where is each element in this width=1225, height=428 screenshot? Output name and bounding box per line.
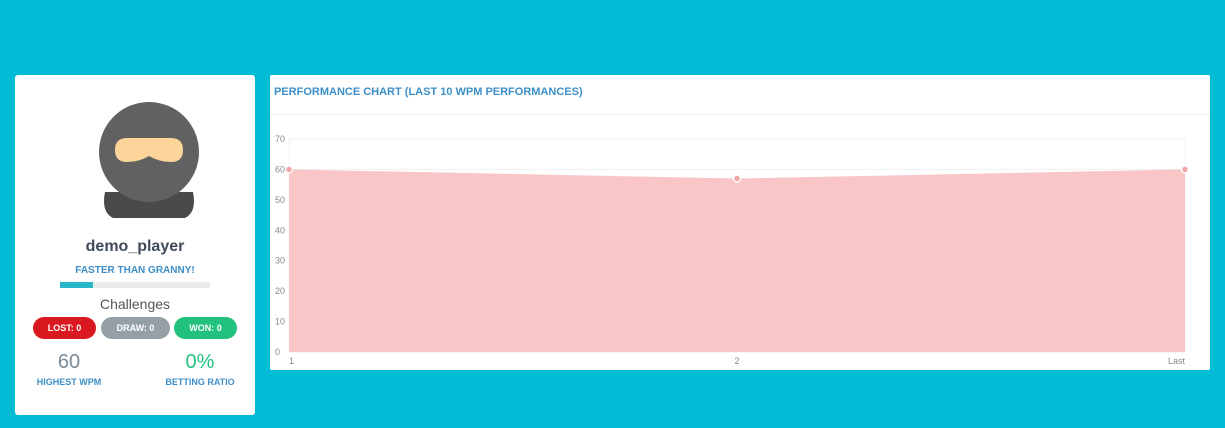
performance-chart-card: PERFORMANCE CHART (LAST 10 WPM PERFORMAN…: [270, 75, 1210, 370]
betting-ratio-label: BETTING RATIO: [165, 377, 235, 387]
y-tick-label: 0: [275, 347, 280, 357]
won-badge: WON: 0: [174, 317, 237, 339]
x-tick-label: 2: [734, 356, 739, 366]
lost-badge: LOST: 0: [33, 317, 96, 339]
profile-card: demo_player FASTER THAN GRANNY! Challeng…: [15, 75, 255, 415]
draw-badge: DRAW: 0: [101, 317, 170, 339]
rank-progress-bar: [60, 282, 210, 288]
betting-ratio-value: 0%: [185, 351, 215, 373]
data-point[interactable]: [284, 165, 294, 174]
y-tick-label: 60: [275, 164, 285, 174]
x-tick-label: 1: [289, 356, 294, 366]
challenge-badges: LOST: 0 DRAW: 0 WON: 0: [33, 317, 239, 339]
ninja-avatar-icon: [99, 102, 199, 218]
y-tick-label: 30: [275, 256, 285, 266]
y-tick-label: 70: [275, 134, 285, 144]
series-area: [289, 169, 1185, 352]
y-tick-label: 10: [275, 317, 285, 327]
rank-progress-fill: [60, 282, 93, 288]
challenges-title: Challenges: [99, 296, 171, 312]
data-point[interactable]: [732, 174, 742, 183]
y-tick-label: 40: [275, 225, 285, 235]
performance-chart: 0 10 20 30 40 50 60 70 1 2 Last: [275, 134, 1190, 366]
y-tick-label: 50: [275, 195, 285, 205]
x-tick-label: Last: [1168, 356, 1186, 366]
highest-wpm-label: HIGHEST WPM: [36, 377, 102, 387]
data-point[interactable]: [1180, 165, 1190, 174]
highest-wpm-value: 60: [57, 351, 81, 373]
username: demo_player: [85, 238, 185, 255]
y-tick-label: 20: [275, 286, 285, 296]
rank-label: FASTER THAN GRANNY!: [75, 265, 195, 276]
